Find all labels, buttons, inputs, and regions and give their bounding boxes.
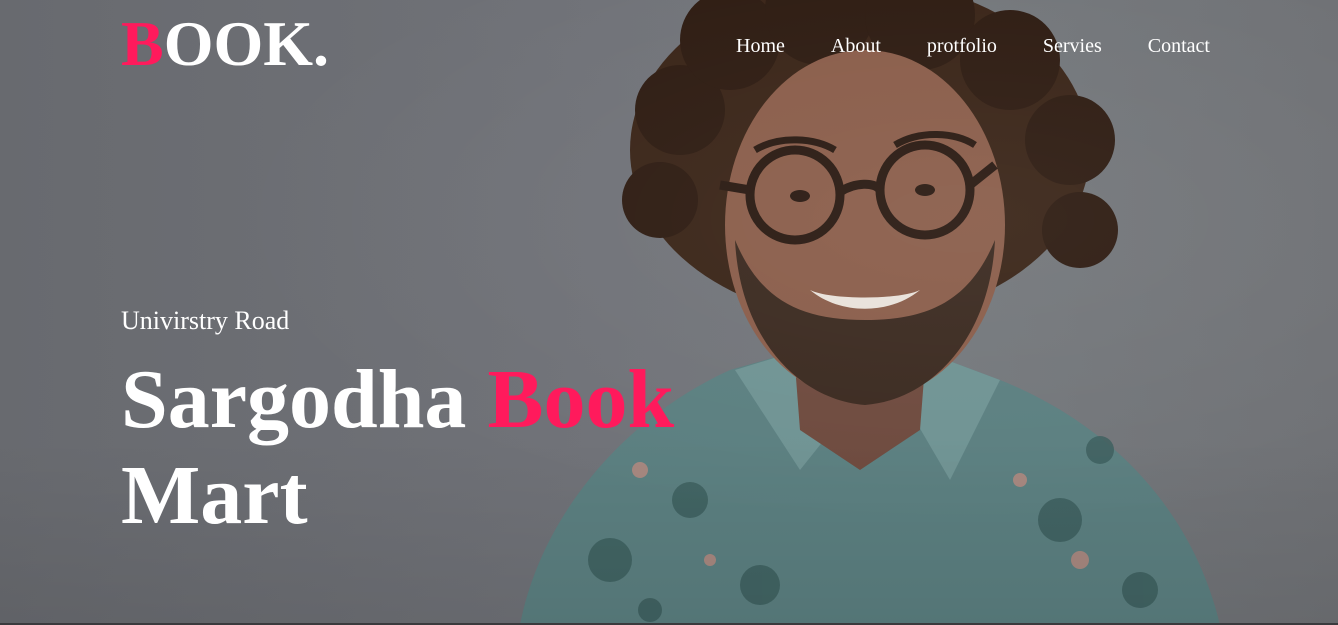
- hero-headline: Sargodha Book Mart: [121, 352, 674, 544]
- headline-accent: Book: [487, 353, 675, 446]
- headline-part1: Sargodha: [121, 353, 467, 446]
- hero-subtitle: Univirstry Road: [121, 306, 290, 335]
- site-logo[interactable]: BOOK.: [121, 12, 329, 76]
- nav-link-about[interactable]: About: [831, 34, 881, 58]
- nav-link-services[interactable]: Servies: [1043, 34, 1102, 58]
- logo-text: OOK.: [163, 8, 330, 79]
- hero-section: BOOK. Home About protfolio Servies Conta…: [0, 0, 1338, 625]
- nav-link-contact[interactable]: Contact: [1148, 34, 1210, 58]
- nav-link-home[interactable]: Home: [736, 34, 785, 58]
- nav-link-portfolio[interactable]: protfolio: [927, 34, 997, 58]
- logo-accent-letter: B: [121, 8, 164, 79]
- headline-part2: Mart: [121, 449, 308, 542]
- main-nav: Home About protfolio Servies Contact: [690, 34, 1210, 58]
